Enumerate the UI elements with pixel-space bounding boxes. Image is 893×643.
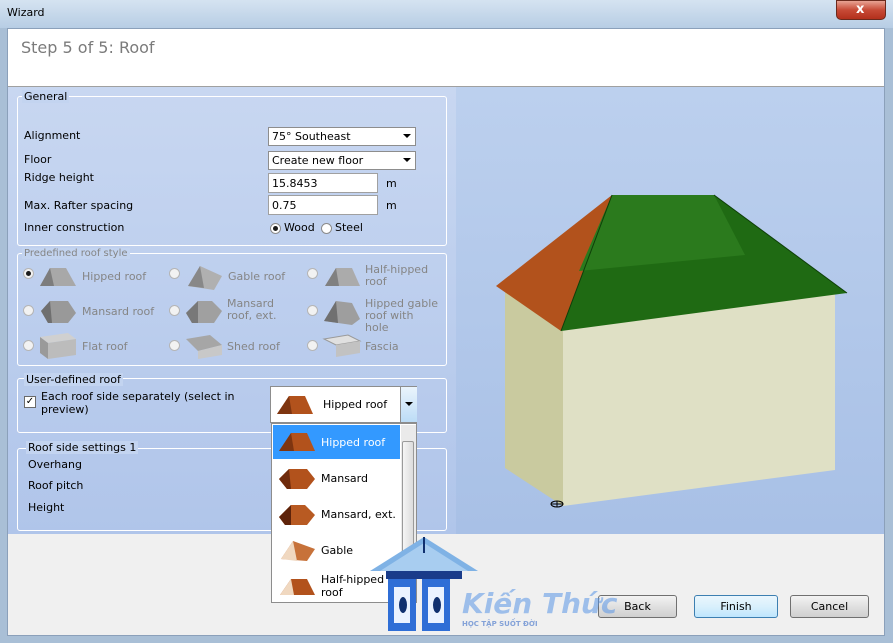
steel-radio[interactable] [321,223,332,234]
inner-construction-label: Inner construction [24,221,125,234]
flat-roof-label: Flat roof [82,340,128,353]
chevron-down-icon [403,158,411,162]
roof-preview[interactable] [457,88,884,534]
half-hipped-icon [280,579,315,595]
mansard-ext-roof-radio[interactable] [169,305,180,316]
shed-roof-icon [186,335,222,359]
watermark-brand: Kiến Thức [462,587,618,620]
compass-icon [550,500,564,508]
user-defined-legend: User-defined roof [24,373,123,386]
alignment-label: Alignment [24,129,81,142]
mansard-roof-icon [41,301,76,323]
ridge-unit: m [386,177,397,190]
mansard-icon [279,469,315,489]
each-side-label: Each roof side separately (select in pre… [41,390,235,416]
each-side-checkbox[interactable]: ✓ [24,396,36,408]
list-item[interactable]: Hipped roof [273,425,400,459]
hipped-gable-hole-radio[interactable] [307,305,318,316]
floor-label: Floor [24,153,52,166]
ridge-height-label: Ridge height [24,171,94,184]
ridge-height-input[interactable]: 15.8453 [268,173,378,193]
roof-pitch-label: Roof pitch [28,479,84,492]
hipped-roof-icon [279,433,315,451]
chevron-down-icon [405,402,413,406]
finish-button[interactable]: Finish [694,595,778,618]
hipped-roof-icon [40,268,76,286]
gable-icon [281,541,315,561]
fascia-label: Fascia [365,340,399,353]
predefined-legend: Predefined roof style [22,248,130,259]
gable-roof-radio[interactable] [169,268,180,279]
wood-radio-label: Wood [284,221,315,234]
hipped-roof-radio[interactable] [23,268,34,279]
close-button[interactable]: x [836,0,886,20]
mansard-ext-roof-label: Mansard roof, ext. [227,297,277,322]
window-title: Wizard [7,6,45,19]
wood-radio[interactable] [270,223,281,234]
alignment-select[interactable]: 75° Southeast [268,127,416,146]
overhang-label: Overhang [28,458,82,471]
hipped-gable-hole-icon [324,301,360,325]
mansard-ext-roof-icon [186,301,222,323]
mansard-roof-radio[interactable] [23,305,34,316]
rafter-spacing-input[interactable]: 0.75 [268,195,378,215]
shed-roof-radio[interactable] [169,340,180,351]
fascia-radio[interactable] [307,340,318,351]
hipped-roof-label: Hipped roof [82,270,147,283]
floor-select[interactable]: Create new floor [268,151,416,170]
roof-type-select[interactable]: Hipped roof [270,386,417,423]
watermark-tagline: HỌC TẬP SUỐT ĐỜI [462,620,538,628]
rafter-spacing-label: Max. Rafter spacing [24,199,134,212]
close-icon: x [856,2,865,17]
hipped-roof-icon [277,396,313,414]
roof-side-legend: Roof side settings 1 [26,441,139,454]
list-item[interactable]: Mansard [273,461,400,495]
steel-radio-label: Steel [335,221,363,234]
step-title: Step 5 of 5: Roof [21,38,155,57]
rafter-unit: m [386,199,397,212]
mansard-roof-label: Mansard roof [82,305,155,318]
flat-roof-radio[interactable] [23,340,34,351]
general-legend: General [22,90,70,103]
half-hipped-roof-label: Half-hipped roof [365,263,429,288]
cancel-button[interactable]: Cancel [790,595,869,618]
title-bar: Wizard [0,0,893,28]
half-hipped-roof-radio[interactable] [307,268,318,279]
height-label: Height [28,501,65,514]
flat-roof-icon [40,333,76,359]
gable-roof-icon [188,266,222,290]
chevron-down-icon [403,134,411,138]
fascia-icon [322,334,362,357]
half-hipped-roof-icon [325,268,360,286]
list-item[interactable]: Mansard, ext. [273,497,400,531]
gable-roof-label: Gable roof [228,270,286,283]
hipped-gable-hole-label: Hipped gable roof with hole [365,297,439,334]
mansard-ext-icon [279,505,315,525]
shed-roof-label: Shed roof [227,340,280,353]
